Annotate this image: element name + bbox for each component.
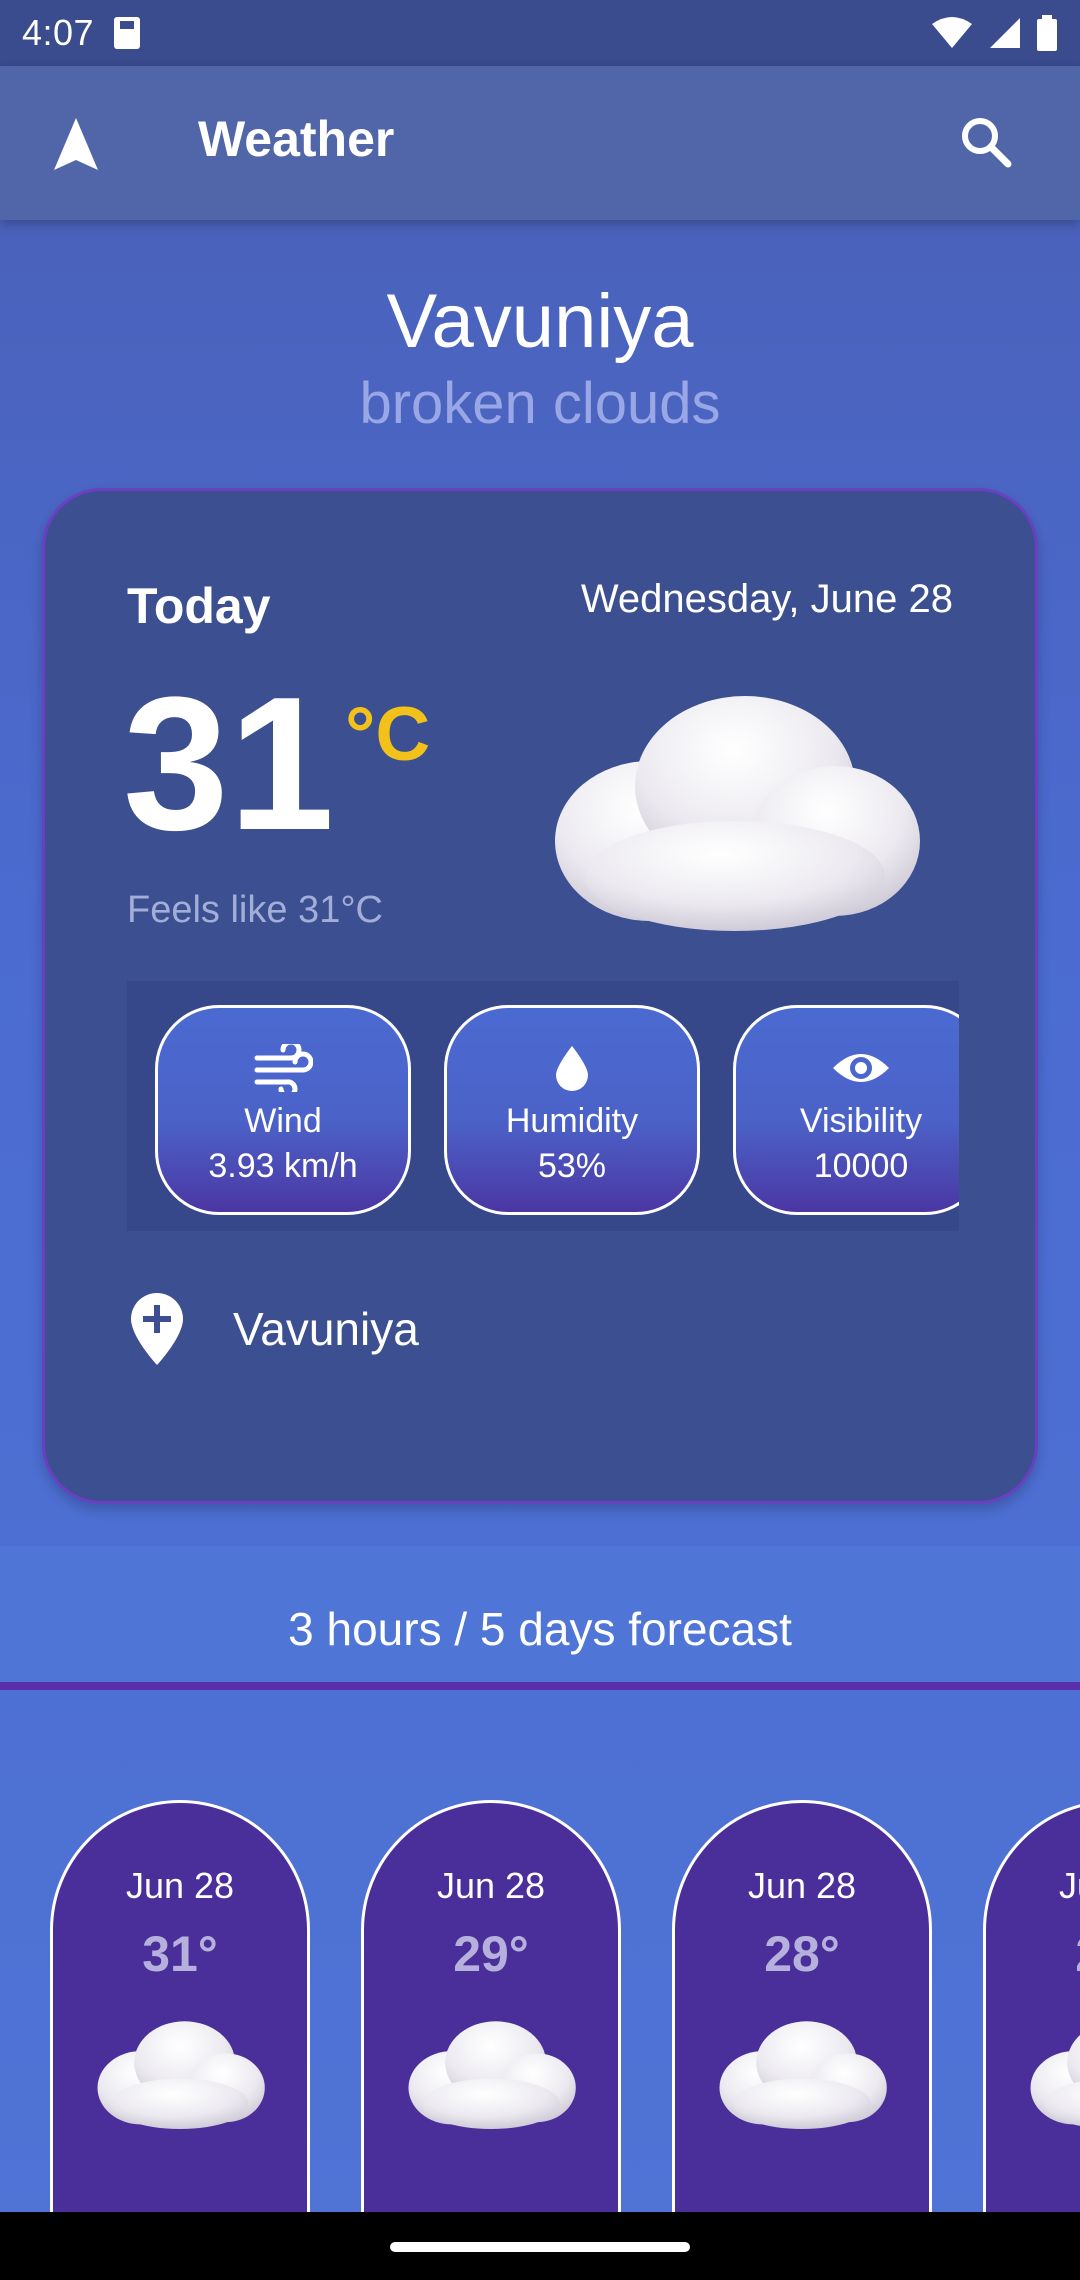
battery-icon <box>1037 15 1057 51</box>
forecast-temperature: 31° <box>142 1926 218 1982</box>
visibility-value: 10000 <box>813 1147 909 1185</box>
forecast-card[interactable]: Jun 28 28° <box>672 1800 932 2212</box>
today-label: Today <box>127 578 271 634</box>
app-title: Weather <box>198 111 395 167</box>
wind-icon <box>254 1044 313 1092</box>
navigation-arrow-icon[interactable] <box>52 116 100 172</box>
humidity-stat-chip[interactable]: Humidity 53% <box>444 1005 700 1215</box>
forecast-date: Jun 28 <box>747 1865 857 1906</box>
location-name: Vavuniya <box>233 1303 419 1355</box>
sim-card-icon <box>114 17 141 49</box>
current-temperature: 31 <box>123 658 335 870</box>
city-name: Vavuniya <box>386 279 694 364</box>
forecast-title: 3 hours / 5 days forecast <box>288 1603 792 1655</box>
system-navigation-bar <box>0 2212 1080 2280</box>
visibility-label: Visibility <box>799 1102 923 1140</box>
forecast-temperature: 28° <box>986 1925 1080 1983</box>
status-time: 4:07 <box>22 12 95 53</box>
forecast-card[interactable]: Jun 28 28° <box>983 1800 1080 2212</box>
wind-value: 3.93 km/h <box>208 1147 358 1185</box>
forecast-list[interactable]: Jun 28 31° Jun 28 29° Jun 28 28° Jun 28 … <box>0 1800 1080 2212</box>
cloud-icon <box>545 691 925 931</box>
status-icons <box>930 15 1058 51</box>
cloud-icon <box>1025 2019 1080 2129</box>
home-gesture-handle[interactable] <box>390 2242 690 2252</box>
temperature-unit: °C <box>345 692 431 777</box>
forecast-card[interactable]: Jun 28 29° <box>361 1800 621 2212</box>
humidity-label: Humidity <box>505 1102 639 1140</box>
forecast-date: Jun 28 <box>125 1865 235 1906</box>
today-card: Today Wednesday, June 28 31 °C Feels lik… <box>42 488 1038 1504</box>
add-location-icon <box>131 1293 183 1365</box>
wifi-icon <box>932 17 972 48</box>
forecast-header: 3 hours / 5 days forecast <box>0 1546 1080 1690</box>
forecast-date: Jun 28 <box>1058 1865 1080 1906</box>
cloud-icon <box>714 2019 890 2129</box>
location-row[interactable]: Vavuniya <box>127 1291 419 1367</box>
stats-strip[interactable]: Wind 3.93 km/h Humidity 53% Visibility 1… <box>127 981 959 1231</box>
status-bar: 4:07 <box>0 0 1080 66</box>
wind-label: Wind <box>244 1102 322 1140</box>
signal-icon <box>990 18 1020 48</box>
weather-condition: broken clouds <box>359 371 721 436</box>
forecast-temperature: 29° <box>453 1926 529 1982</box>
search-icon[interactable] <box>958 114 1014 170</box>
forecast-card[interactable]: Jun 28 31° <box>50 1800 310 2212</box>
cloud-icon <box>403 2019 579 2129</box>
forecast-date: Jun 28 <box>436 1865 546 1906</box>
water-drop-icon <box>556 1046 588 1091</box>
humidity-value: 53% <box>537 1147 607 1185</box>
visibility-stat-chip[interactable]: Visibility 10000 <box>733 1005 959 1215</box>
wind-stat-chip[interactable]: Wind 3.93 km/h <box>155 1005 411 1215</box>
feels-like-text: Feels like 31°C <box>127 889 383 931</box>
app-bar: Weather <box>0 66 1080 220</box>
current-date: Wednesday, June 28 <box>580 577 953 621</box>
cloud-icon <box>92 2019 268 2129</box>
forecast-temperature: 28° <box>764 1926 840 1982</box>
eye-icon <box>833 1054 889 1082</box>
